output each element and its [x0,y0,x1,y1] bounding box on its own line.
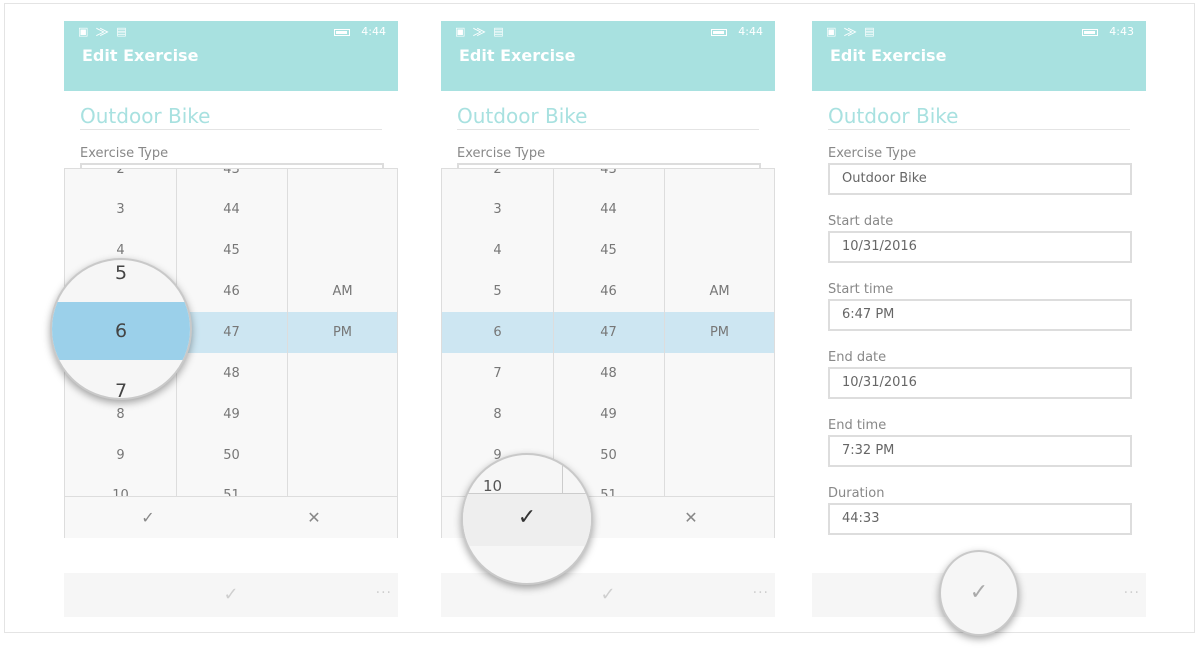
status-icons: ▣ ⨠ ▤ [455,25,506,38]
minute-column[interactable]: 43 44 45 46 47 48 49 50 51 [176,169,288,496]
page-title: Edit Exercise [459,46,576,65]
magnifier-save-button: ✓ [939,550,1019,636]
minute-option[interactable]: 51 [176,475,287,496]
exercise-type-field[interactable]: Outdoor Bike [828,163,1132,195]
magnified-column-divider [562,455,563,493]
page-title: Edit Exercise [830,46,947,65]
minute-option[interactable]: 50 [176,435,287,476]
end-date-label: End date [828,350,887,365]
ampm-column[interactable]: AM PM [664,169,775,496]
end-date-field[interactable]: 10/31/2016 [828,367,1132,399]
save-check-icon[interactable]: ✓ [214,573,248,617]
magnified-save-check-icon[interactable]: ✓ [941,580,1017,605]
status-icons: ▣ ⨠ ▤ [78,25,129,38]
minute-option[interactable]: 48 [553,353,664,394]
hour-option-selected[interactable]: 6 [442,312,553,353]
battery-icon [1082,29,1098,36]
hour-option[interactable]: 8 [65,394,176,435]
more-options-icon[interactable]: ··· [753,573,769,617]
hour-option[interactable]: 3 [65,189,176,230]
exercise-type-label: Exercise Type [457,146,546,161]
hour-option[interactable]: 2 [65,169,176,190]
magnified-next-hour: 7 [114,380,128,400]
picker-footer: ✓ ✕ [65,496,397,538]
exercise-name: Outdoor Bike [80,103,382,130]
hour-option[interactable]: 4 [442,230,553,271]
status-time: 4:44 [361,25,386,38]
more-options-icon[interactable]: ··· [376,573,392,617]
status-time: 4:43 [1109,25,1134,38]
app-bar: ✓ ··· [64,573,398,617]
app-header: ▣ ⨠ ▤ 4:43 Edit Exercise [812,21,1146,91]
start-date-field[interactable]: 10/31/2016 [828,231,1132,263]
hour-column[interactable]: 2 3 4 5 6 7 8 9 10 [442,169,554,496]
battery-icon [711,29,727,36]
page-title: Edit Exercise [82,46,199,65]
ampm-option[interactable]: AM [287,271,398,312]
minute-option-selected[interactable]: 47 [176,312,287,353]
hour-option[interactable]: 2 [442,169,553,190]
minute-option[interactable]: 46 [176,271,287,312]
minute-option[interactable]: 46 [553,271,664,312]
status-icons: ▣ ⨠ ▤ [826,25,877,38]
phone-screen-3: ▣ ⨠ ▤ 4:43 Edit Exercise Outdoor Bike Ex… [812,21,1146,617]
hour-option[interactable]: 8 [442,394,553,435]
hour-option[interactable]: 3 [442,189,553,230]
duration-label: Duration [828,486,885,501]
more-options-icon[interactable]: ··· [1124,573,1140,617]
minute-option[interactable]: 45 [553,230,664,271]
minute-option[interactable]: 48 [176,353,287,394]
app-header: ▣ ⨠ ▤ 4:44 Edit Exercise [441,21,775,91]
start-date-label: Start date [828,214,894,229]
magnified-selected-hour: 6 [114,320,128,342]
exercise-name: Outdoor Bike [457,103,759,130]
ampm-column[interactable]: AM PM [287,169,398,496]
hour-option[interactable]: 9 [65,435,176,476]
exercise-name: Outdoor Bike [828,103,1130,130]
duration-field[interactable]: 44:33 [828,503,1132,535]
status-time: 4:44 [738,25,763,38]
picker-cancel-button[interactable]: ✕ [231,497,397,538]
app-bar: ✓ ··· [441,573,775,617]
minute-option[interactable]: 44 [553,189,664,230]
magnified-check-icon[interactable]: ✓ [463,505,591,530]
ampm-option-selected[interactable]: PM [287,312,398,353]
minute-option[interactable]: 43 [553,169,664,190]
ampm-option-selected[interactable]: PM [664,312,775,353]
minute-option[interactable]: 49 [553,394,664,435]
hour-option[interactable]: 7 [442,353,553,394]
minute-option-selected[interactable]: 47 [553,312,664,353]
magnifier-confirm-button: 10 ✓ [461,453,593,585]
battery-icon [334,29,350,36]
exercise-type-label: Exercise Type [828,146,917,161]
minute-option[interactable]: 44 [176,189,287,230]
end-time-field[interactable]: 7:32 PM [828,435,1132,467]
end-time-label: End time [828,418,887,433]
minute-option[interactable]: 43 [176,169,287,190]
hour-option[interactable]: 10 [65,475,176,496]
save-check-icon[interactable]: ✓ [591,573,625,617]
magnifier-hour-selection: 5 6 7 [50,258,192,400]
start-time-label: Start time [828,282,894,297]
picker-confirm-button[interactable]: ✓ [65,497,231,538]
picker-cancel-button[interactable]: ✕ [608,497,774,538]
exercise-type-label: Exercise Type [80,146,169,161]
magnified-prev-hour: 5 [114,262,128,284]
minute-option[interactable]: 49 [176,394,287,435]
minute-column[interactable]: 43 44 45 46 47 48 49 50 51 [553,169,665,496]
ampm-option[interactable]: AM [664,271,775,312]
minute-option[interactable]: 45 [176,230,287,271]
app-header: ▣ ⨠ ▤ 4:44 Edit Exercise [64,21,398,91]
hour-option[interactable]: 5 [442,271,553,312]
start-time-field[interactable]: 6:47 PM [828,299,1132,331]
